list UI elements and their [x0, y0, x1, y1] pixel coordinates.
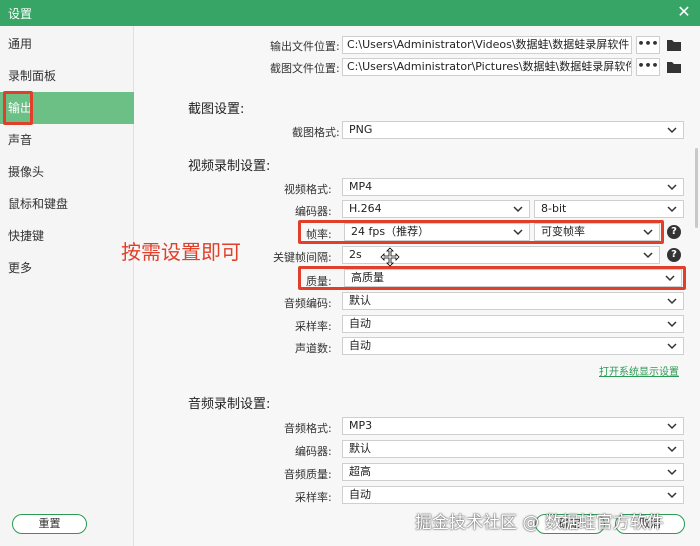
chevron-down-icon — [667, 184, 677, 191]
chevron-down-icon — [667, 446, 677, 453]
screenshot-folder-input[interactable]: C:\Users\Administrator\Pictures\数据蛙\数据蛙录… — [342, 58, 632, 76]
sample-rate-label: 采样率: — [295, 320, 332, 333]
chevron-down-icon — [513, 229, 523, 236]
framerate-value: 24 fps（推荐） — [351, 225, 430, 238]
screenshot-format-label: 截图格式: — [292, 126, 340, 139]
sidebar-item-general[interactable]: 通用 — [0, 28, 134, 60]
watermark: 掘金技术社区 @ 数据蛙官方软件 — [415, 513, 664, 533]
audio-format-select[interactable]: MP3 — [342, 417, 684, 435]
video-settings-title: 视频录制设置: — [188, 159, 271, 174]
audio-format-label: 音频格式: — [284, 422, 332, 435]
chevron-down-icon — [667, 492, 677, 499]
bit-depth-value: 8-bit — [541, 202, 567, 215]
chevron-down-icon — [643, 252, 653, 259]
video-encoder-select[interactable]: H.264 — [342, 200, 530, 218]
chevron-down-icon — [667, 206, 677, 213]
sidebar-item-more[interactable]: 更多 — [0, 252, 134, 284]
audio-codec-value: 默认 — [349, 294, 371, 307]
audio-settings-title: 音频录制设置: — [188, 397, 271, 412]
output-folder-input[interactable]: C:\Users\Administrator\Videos\数据蛙\数据蛙录屏软… — [342, 36, 632, 54]
quality-label: 质量: — [306, 275, 332, 288]
audio-encoder-label: 编码器: — [295, 445, 332, 458]
reset-button[interactable]: 重置 — [12, 514, 87, 534]
sample-rate-select[interactable]: 自动 — [342, 315, 684, 333]
video-encoder-value: H.264 — [349, 202, 382, 215]
bit-depth-select[interactable]: 8-bit — [534, 200, 684, 218]
audio-codec-label: 音频编码: — [284, 297, 332, 310]
audio-format-value: MP3 — [349, 419, 373, 432]
channels-select[interactable]: 自动 — [342, 337, 684, 355]
sidebar: 通用 录制面板 输出 声音 摄像头 鼠标和键盘 快捷键 更多 — [0, 26, 134, 546]
audio-sample-rate-select[interactable]: 自动 — [342, 486, 684, 504]
screenshot-folder-browse-button[interactable]: ••• — [636, 58, 660, 76]
chevron-down-icon — [513, 206, 523, 213]
sidebar-item-camera[interactable]: 摄像头 — [0, 156, 134, 188]
screenshot-settings-title: 截图设置: — [188, 102, 245, 117]
chevron-down-icon — [667, 127, 677, 134]
audio-encoder-select[interactable]: 默认 — [342, 440, 684, 458]
video-format-label: 视频格式: — [284, 183, 332, 196]
screenshot-format-select[interactable]: PNG — [342, 121, 684, 139]
keyframe-help-icon[interactable]: ? — [667, 248, 681, 262]
quality-select[interactable]: 高质量 — [344, 269, 682, 287]
keyframe-interval-value: 2s — [349, 248, 362, 261]
audio-quality-label: 音频质量: — [284, 468, 332, 481]
sidebar-item-mouse-keyboard[interactable]: 鼠标和键盘 — [0, 188, 134, 220]
video-format-select[interactable]: MP4 — [342, 178, 684, 196]
close-icon[interactable]: ✕ — [674, 2, 694, 22]
sidebar-item-hotkeys[interactable]: 快捷键 — [0, 220, 134, 252]
open-system-display-link[interactable]: 打开系统显示设置 — [599, 363, 679, 378]
screenshot-folder-icon[interactable] — [666, 60, 682, 74]
chevron-down-icon — [667, 423, 677, 430]
framerate-mode-value: 可变帧率 — [541, 225, 585, 238]
audio-quality-value: 超高 — [349, 465, 371, 478]
chevron-down-icon — [643, 229, 653, 236]
channels-label: 声道数: — [295, 342, 332, 355]
chevron-down-icon — [667, 298, 677, 305]
chevron-down-icon — [667, 469, 677, 476]
encoder-label: 编码器: — [295, 205, 332, 218]
output-folder-browse-button[interactable]: ••• — [636, 36, 660, 54]
sidebar-item-recording-panel[interactable]: 录制面板 — [0, 60, 134, 92]
content-scrollbar[interactable] — [695, 148, 698, 228]
audio-quality-select[interactable]: 超高 — [342, 463, 684, 481]
chevron-down-icon — [667, 321, 677, 328]
title-bar: 设置 ✕ — [0, 0, 700, 26]
sample-rate-value: 自动 — [349, 317, 371, 330]
move-cursor-icon — [380, 247, 400, 267]
window-title: 设置 — [8, 7, 33, 21]
chevron-down-icon — [665, 275, 675, 282]
keyframe-interval-label: 关键帧间隔: — [273, 251, 332, 264]
screenshot-folder-label: 截图文件位置: — [270, 62, 340, 75]
framerate-help-icon[interactable]: ? — [667, 225, 681, 239]
sidebar-item-output[interactable]: 输出 — [0, 92, 134, 124]
sidebar-item-sound[interactable]: 声音 — [0, 124, 134, 156]
framerate-select[interactable]: 24 fps（推荐） — [344, 223, 530, 241]
output-folder-label: 输出文件位置: — [270, 40, 340, 53]
chevron-down-icon — [667, 343, 677, 350]
output-folder-icon[interactable] — [666, 38, 682, 52]
audio-sample-rate-value: 自动 — [349, 488, 371, 501]
framerate-mode-select[interactable]: 可变帧率 — [534, 223, 660, 241]
framerate-label: 帧率: — [306, 228, 332, 241]
audio-codec-select[interactable]: 默认 — [342, 292, 684, 310]
channels-value: 自动 — [349, 339, 371, 352]
annotation-text: 按需设置即可 — [121, 240, 241, 264]
screenshot-format-value: PNG — [349, 123, 373, 136]
audio-encoder-value: 默认 — [349, 442, 371, 455]
audio-sample-rate-label: 采样率: — [295, 491, 332, 504]
quality-value: 高质量 — [351, 271, 384, 284]
video-format-value: MP4 — [349, 180, 373, 193]
